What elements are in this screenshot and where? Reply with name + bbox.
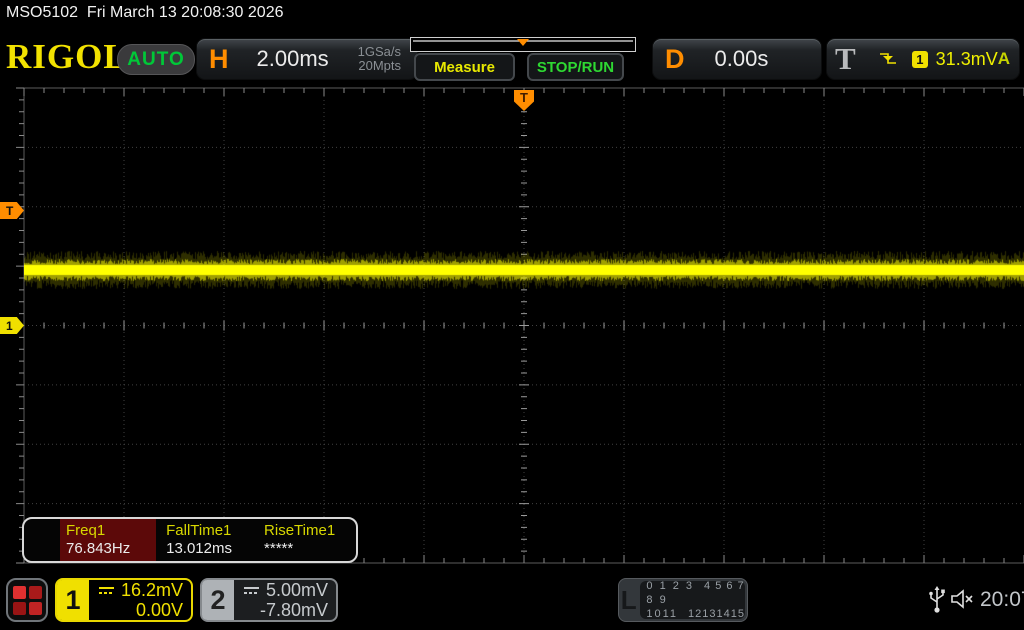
speaker-muted-icon bbox=[950, 588, 974, 610]
channel2-status-box[interactable]: 2 5.00mV -7.80mV bbox=[200, 578, 338, 622]
logic-analyzer-status-box[interactable]: L 0 1 2 3 4 5 6 7 8 9 1011 12131415 bbox=[618, 578, 748, 622]
measure-button[interactable]: Measure bbox=[414, 53, 515, 81]
trigger-sweep-mode: A bbox=[998, 49, 1010, 69]
la-row1-group2: 4 5 6 7 bbox=[704, 580, 745, 592]
measurement-risetime1[interactable]: RiseTime1 ***** bbox=[258, 519, 356, 561]
trigger-source-badge: 1 bbox=[912, 51, 928, 68]
t-label: T bbox=[835, 41, 856, 77]
channel1-scale: 16.2mV bbox=[121, 580, 183, 600]
waveform-overview-icon bbox=[411, 38, 635, 51]
measurement-label: RiseTime1 bbox=[264, 522, 350, 540]
sample-rate: 1GSa/s bbox=[358, 44, 401, 59]
measurement-value: 13.012ms bbox=[166, 540, 252, 558]
channel2-offset: -7.80mV bbox=[260, 600, 328, 620]
channel1-offset: 0.00V bbox=[136, 600, 183, 620]
memory-depth: 20Mpts bbox=[358, 58, 401, 73]
dc-coupling-icon bbox=[98, 585, 115, 596]
measurement-value: ***** bbox=[264, 540, 350, 558]
horizontal-position-indicator[interactable] bbox=[410, 37, 636, 52]
channel1-number: 1 bbox=[57, 580, 89, 620]
timebase-value: 2.00ms bbox=[257, 46, 329, 72]
delay-settings-button[interactable]: D 0.00s bbox=[652, 38, 822, 80]
usb-icon bbox=[928, 586, 946, 614]
window-position-marker bbox=[517, 39, 529, 46]
la-row2-group1: 8 9 1011 bbox=[646, 594, 678, 620]
clock: 20:07 bbox=[980, 588, 1024, 612]
channel2-number: 2 bbox=[202, 580, 234, 620]
trigger-level-value: 31.3mV bbox=[936, 49, 998, 70]
stop-run-button[interactable]: STOP/RUN bbox=[527, 53, 624, 81]
la-row2-group2: 12131415 bbox=[688, 608, 745, 620]
h-label: H bbox=[209, 44, 229, 75]
measurement-value: 76.843Hz bbox=[66, 540, 150, 558]
channel1-status-box[interactable]: 1 16.2mV 0.00V bbox=[55, 578, 193, 622]
trigger-settings-button[interactable]: T 1 31.3mV A bbox=[826, 38, 1020, 80]
grid-menu-icon[interactable] bbox=[6, 578, 48, 622]
la-row1-group1: 0 1 2 3 bbox=[646, 580, 694, 592]
la-label: L bbox=[619, 579, 638, 621]
measurement-panel[interactable]: Freq1 76.843Hz FallTime1 13.012ms RiseTi… bbox=[22, 517, 358, 563]
measurement-falltime1[interactable]: FallTime1 13.012ms bbox=[160, 519, 258, 561]
delay-value: 0.00s bbox=[715, 46, 769, 72]
channel1-trace bbox=[24, 85, 1024, 565]
model-and-datetime: MSO5102 Fri March 13 20:08:30 2026 bbox=[6, 4, 284, 22]
acquire-mode-button[interactable]: AUTO bbox=[117, 44, 195, 75]
measurement-freq1[interactable]: Freq1 76.843Hz bbox=[60, 519, 156, 561]
rigol-logo: RIGOL bbox=[6, 38, 128, 76]
sample-rate-memory: 1GSa/s 20Mpts bbox=[358, 45, 401, 73]
la-channel-numbers: 0 1 2 3 4 5 6 7 8 9 1011 12131415 bbox=[640, 581, 745, 619]
measurement-label: Freq1 bbox=[66, 522, 150, 540]
horizontal-settings-button[interactable]: H 2.00ms 1GSa/s 20Mpts bbox=[196, 38, 418, 80]
channel2-scale: 5.00mV bbox=[266, 580, 328, 600]
dc-coupling-icon bbox=[243, 585, 260, 596]
measurement-label: FallTime1 bbox=[166, 522, 252, 540]
falling-edge-icon bbox=[878, 51, 896, 67]
oscilloscope-screen: MSO5102 Fri March 13 20:08:30 2026 RIGOL… bbox=[0, 0, 1024, 630]
d-label: D bbox=[665, 44, 685, 75]
